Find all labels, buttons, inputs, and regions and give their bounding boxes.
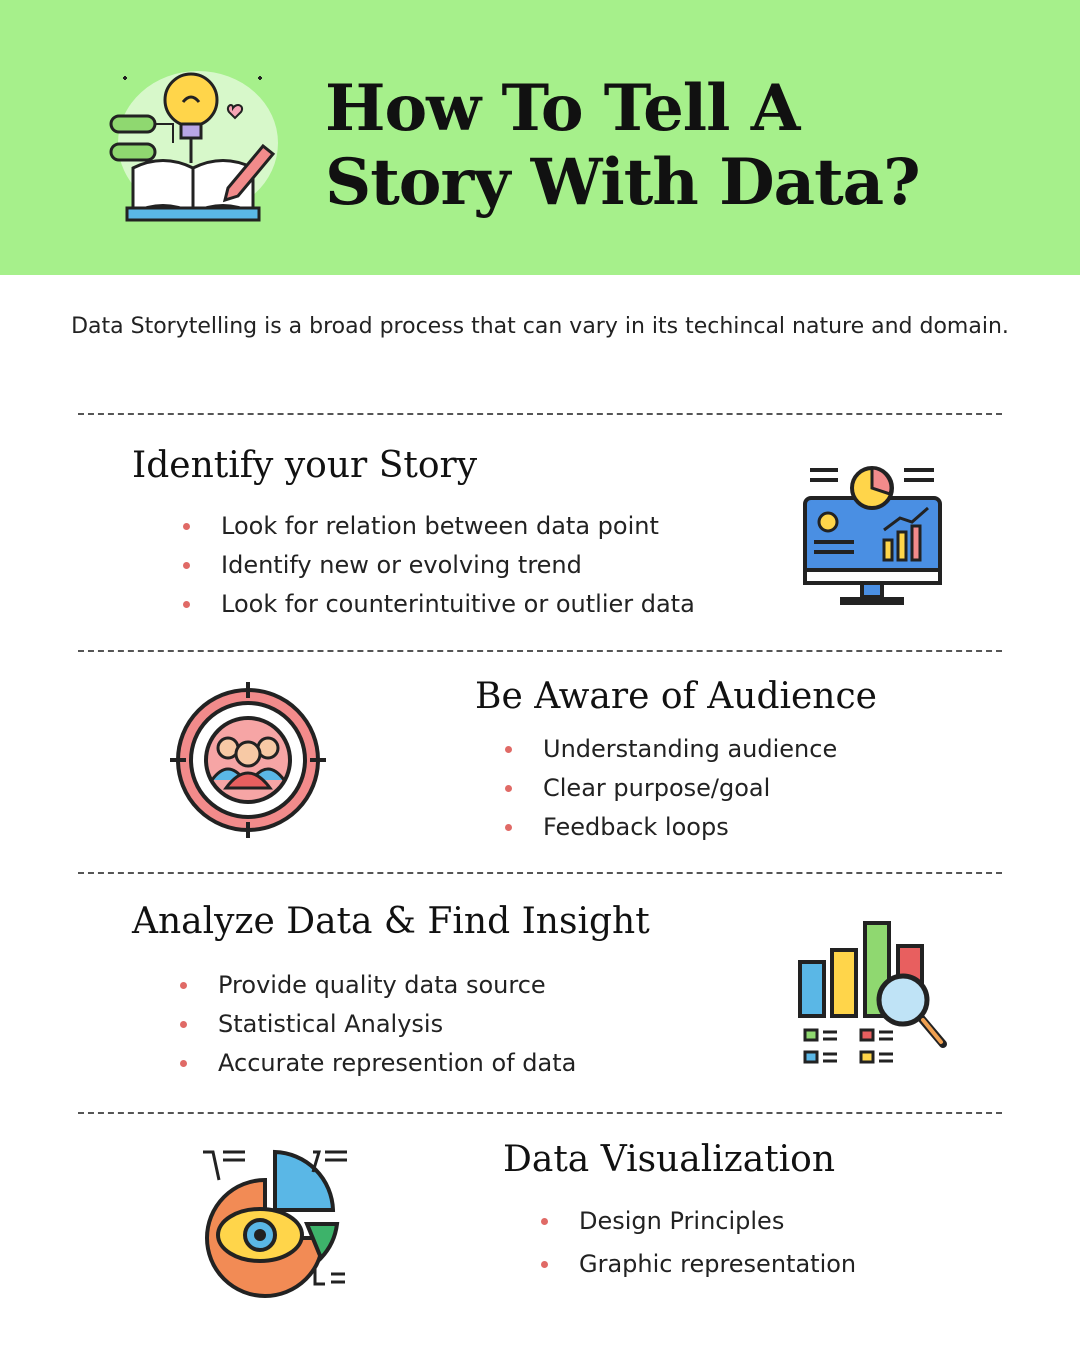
list-item-text: Look for relation between data point (221, 512, 659, 540)
list-item-text: Provide quality data source (218, 971, 546, 999)
divider (78, 413, 1002, 415)
list-item: Provide quality data source (180, 966, 576, 1005)
bar-chart-magnifier-icon (798, 921, 947, 1064)
list-item: Understanding audience (505, 730, 837, 769)
bullet-dot (183, 562, 190, 569)
list-item-text: Understanding audience (543, 735, 838, 763)
intro-text: Data Storytelling is a broad process tha… (71, 314, 1009, 339)
list-item-text: Accurate represention of data (218, 1049, 577, 1077)
section-list-audience: Understanding audience Clear purpose/goa… (505, 730, 837, 847)
bullet-dot (541, 1261, 548, 1268)
list-item-text: Feedback loops (543, 813, 729, 841)
section-title-audience: Be Aware of Audience (475, 676, 877, 717)
list-item-text: Statistical Analysis (218, 1010, 444, 1038)
lightbulb-book-pencil-icon (109, 71, 278, 222)
section-list-analyze: Provide quality data source Statistical … (180, 966, 576, 1083)
audience-target-icon (170, 682, 326, 838)
list-item: Graphic representation (541, 1243, 856, 1286)
bullet-dot (505, 824, 512, 831)
title-line-1: How To Tell A (325, 71, 800, 146)
list-item-text: Clear purpose/goal (543, 774, 771, 802)
bullet-dot (505, 746, 512, 753)
divider (78, 650, 1002, 652)
bullet-dot (180, 982, 187, 989)
list-item: Look for relation between data point (183, 507, 695, 546)
list-item: Accurate represention of data (180, 1044, 576, 1083)
page-title: How To Tell A Story With Data? (325, 71, 921, 220)
bullet-dot (180, 1021, 187, 1028)
list-item-text: Design Principles (579, 1207, 785, 1235)
monitor-dashboard-icon (803, 466, 942, 605)
list-item: Statistical Analysis (180, 1005, 576, 1044)
section-list-identify-story: Look for relation between data point Ide… (183, 507, 695, 624)
divider (78, 1112, 1002, 1114)
section-list-visualization: Design Principles Graphic representation (541, 1200, 856, 1286)
list-item: Look for counterintuitive or outlier dat… (183, 585, 695, 624)
bullet-dot (183, 601, 190, 608)
list-item: Feedback loops (505, 808, 837, 847)
list-item: Identify new or evolving trend (183, 546, 695, 585)
bullet-dot (183, 523, 190, 530)
list-item-text: Look for counterintuitive or outlier dat… (221, 590, 695, 618)
list-item-text: Graphic representation (579, 1250, 857, 1278)
list-item: Design Principles (541, 1200, 856, 1243)
section-title-analyze: Analyze Data & Find Insight (132, 901, 650, 942)
title-line-2: Story With Data? (325, 145, 921, 220)
bullet-dot (541, 1218, 548, 1225)
header-banner: How To Tell A Story With Data? (0, 0, 1080, 275)
list-item-text: Identify new or evolving trend (221, 551, 582, 579)
bullet-dot (180, 1060, 187, 1067)
divider (78, 872, 1002, 874)
bullet-dot (505, 785, 512, 792)
list-item: Clear purpose/goal (505, 769, 837, 808)
pie-chart-eye-icon (203, 1149, 347, 1298)
section-title-visualization: Data Visualization (503, 1139, 835, 1180)
section-title-identify-story: Identify your Story (132, 445, 478, 486)
